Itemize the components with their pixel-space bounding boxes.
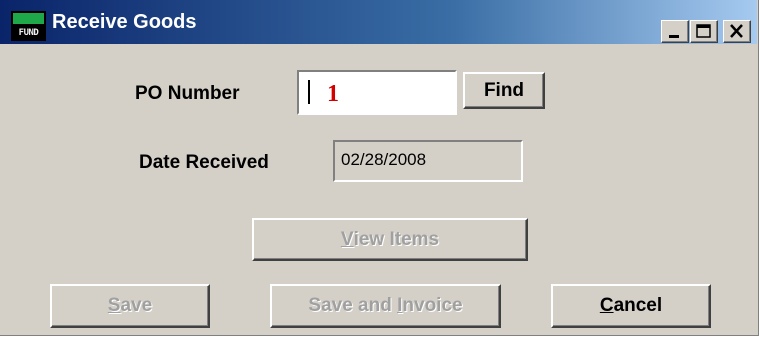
close-button[interactable]: [723, 20, 751, 43]
save-button[interactable]: Save: [50, 284, 210, 328]
date-received-value: 02/28/2008: [341, 150, 427, 169]
save-and-invoice-label: nvoice: [402, 295, 463, 316]
close-icon: [730, 24, 743, 38]
save-label: ave: [120, 295, 153, 316]
maximize-icon: [696, 24, 711, 38]
minimize-icon: [669, 35, 679, 38]
text-caret: [308, 80, 310, 104]
icon-green-band: [13, 13, 44, 24]
view-items-hotkey: V: [340, 228, 354, 250]
save-and-invoice-button[interactable]: Save and Invoice: [270, 284, 501, 328]
po-number-input[interactable]: 1: [297, 70, 457, 115]
title-bar[interactable]: FUND Receive Goods: [0, 0, 757, 44]
view-items-button[interactable]: View Items: [252, 218, 528, 261]
maximize-button[interactable]: [690, 20, 718, 43]
window-title: Receive Goods: [52, 11, 197, 33]
view-items-label: iew Items: [353, 228, 440, 250]
date-received-field[interactable]: 02/28/2008: [333, 140, 523, 182]
date-received-label: Date Received: [139, 152, 269, 173]
minimize-button[interactable]: [661, 20, 689, 43]
save-hotkey: S: [107, 295, 121, 316]
cancel-label: ancel: [613, 295, 663, 316]
po-number-value: 1: [327, 81, 339, 107]
find-button[interactable]: Find: [463, 72, 545, 109]
icon-label: FUND: [18, 28, 39, 38]
save-and-invoice-prefix: Save and: [308, 295, 398, 316]
po-number-label: PO Number: [135, 83, 240, 104]
cancel-hotkey: C: [599, 295, 614, 316]
receive-goods-window: FUND Receive Goods PO Number 1 Find Date…: [0, 0, 759, 336]
cancel-button[interactable]: Cancel: [551, 284, 711, 328]
fund-app-icon: FUND: [11, 11, 46, 41]
